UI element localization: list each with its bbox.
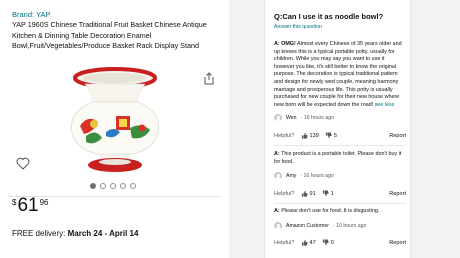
downvote-count: 5	[333, 132, 337, 139]
upvote-count: 91	[309, 190, 316, 197]
price-fraction: 96	[39, 198, 49, 207]
downvote-count: 1	[330, 190, 334, 197]
downvote-button[interactable]: 1	[322, 190, 334, 197]
upvote-count: 139	[309, 132, 319, 139]
question-title: Q:Can I use it as noodle bowl?	[274, 12, 384, 21]
answer-body: Please don't use for food. It is disgust…	[279, 208, 380, 214]
author-name[interactable]: Amy	[286, 173, 296, 179]
thumbs-up-icon	[301, 190, 308, 197]
answer-text: A: This product is a portable toilet. Pl…	[274, 151, 406, 166]
answer-author: Wen · 16 hours ago	[274, 114, 334, 122]
helpful-label: Helpful?	[274, 132, 295, 139]
share-icon[interactable]	[203, 72, 215, 85]
thumbs-up-icon	[301, 132, 308, 139]
vote-row: Helpful? 91 1 Report	[274, 190, 406, 197]
carousel-dot[interactable]	[130, 183, 136, 189]
avatar	[274, 114, 282, 122]
answer-text: A: OMG! Almost every Chinese of 35 years…	[274, 41, 406, 109]
answer-time: · 16 hours ago	[300, 115, 335, 121]
report-link[interactable]: Report	[389, 191, 406, 197]
vote-row: Helpful? 47 0 Report	[274, 239, 406, 246]
delivery-dates: March 24 - April 14	[67, 229, 139, 238]
qa-panel: Q:Can I use it as noodle bowl? Answer th…	[264, 0, 411, 258]
answer-author: Amazon Customer · 10 hours ago	[274, 222, 366, 230]
product-panel: Brand: YAP YAP 1960S Chinese Traditional…	[0, 0, 229, 258]
avatar	[274, 222, 282, 230]
upvote-button[interactable]: 91	[301, 190, 316, 197]
upvote-count: 47	[309, 239, 316, 246]
helpful-label: Helpful?	[274, 239, 295, 246]
delivery-label: FREE delivery:	[12, 229, 66, 238]
thumbs-down-icon	[325, 132, 332, 139]
helpful-label: Helpful?	[274, 190, 295, 197]
product-title: YAP 1960S Chinese Traditional Fruit Bask…	[12, 20, 207, 50]
price: $ 61 96	[12, 193, 49, 219]
avatar	[274, 172, 282, 180]
divider	[274, 145, 406, 146]
carousel-dot[interactable]	[110, 183, 116, 189]
author-name[interactable]: Amazon Customer	[286, 223, 329, 229]
carousel-dot[interactable]	[120, 183, 126, 189]
report-link[interactable]: Report	[389, 133, 406, 139]
report-link[interactable]: Report	[389, 240, 406, 246]
brand-link[interactable]: Brand: YAP	[12, 10, 51, 19]
product-image[interactable]	[58, 66, 172, 178]
downvote-button[interactable]: 0	[322, 239, 334, 246]
answer-author: Amy · 16 hours ago	[274, 172, 334, 180]
answer-lead: A: OMG!	[274, 41, 296, 47]
carousel-dot[interactable]	[90, 183, 96, 189]
downvote-count: 0	[330, 239, 334, 246]
upvote-button[interactable]: 139	[301, 132, 319, 139]
author-name[interactable]: Wen	[286, 115, 297, 121]
upvote-button[interactable]: 47	[301, 239, 316, 246]
thumbs-up-icon	[301, 239, 308, 246]
answer-text: A: Please don't use for food. It is disg…	[274, 208, 406, 216]
carousel-dot[interactable]	[100, 183, 106, 189]
answer-time: · 16 hours ago	[300, 173, 334, 179]
price-currency: $	[12, 198, 17, 207]
downvote-button[interactable]: 5	[325, 132, 337, 139]
see-less-link[interactable]: see less	[373, 102, 395, 108]
thumbs-down-icon	[322, 190, 329, 197]
answer-body: Almost every Chinese of 35 years older a…	[274, 41, 402, 108]
thumbs-down-icon	[322, 239, 329, 246]
answer-time: · 10 hours ago	[332, 223, 367, 229]
delivery-info: FREE delivery: March 24 - April 14	[12, 229, 138, 238]
image-carousel-dots	[90, 183, 136, 189]
heart-icon[interactable]	[16, 157, 30, 170]
answer-body: This product is a portable toilet. Pleas…	[274, 151, 402, 165]
answer-question-link[interactable]: Answer this question	[274, 24, 322, 30]
price-whole: 61	[17, 195, 39, 216]
divider	[274, 203, 406, 204]
vote-row: Helpful? 139 5 Report	[274, 132, 406, 139]
